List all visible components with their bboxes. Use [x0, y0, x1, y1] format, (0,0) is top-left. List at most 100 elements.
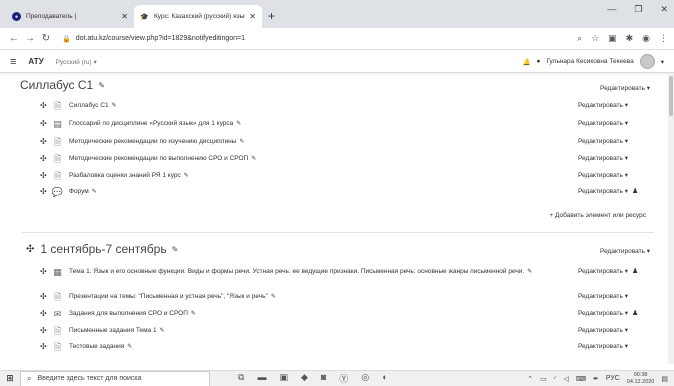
user-name[interactable]: Гульнара Кесиковна Текеева [546, 58, 633, 65]
move-icon[interactable]: ✣ [40, 119, 52, 128]
move-icon[interactable]: ✣ [40, 187, 52, 196]
clock[interactable]: 00:38 04.12.2020 [627, 372, 655, 385]
move-icon[interactable]: ✣ [40, 101, 52, 110]
browser-tab-teacher[interactable]: ● Преподаватель | ✕ [6, 5, 134, 28]
new-tab-button[interactable]: + [268, 9, 275, 23]
page-scrollbar[interactable] [668, 74, 674, 364]
hamburger-menu-icon[interactable]: ≡ [10, 56, 16, 68]
battery-icon[interactable]: ▭ [540, 375, 547, 383]
store-icon[interactable]: ▣ [279, 372, 288, 385]
move-icon[interactable]: ✣ [40, 267, 52, 276]
edit-pencil-icon[interactable]: ✎ [127, 344, 132, 350]
edit-pencil-icon[interactable]: ✎ [251, 156, 256, 162]
input-language[interactable]: РУС [606, 375, 620, 382]
edit-pencil-icon[interactable]: ✎ [92, 189, 97, 195]
keyboard-icon[interactable]: ⌨ [576, 375, 586, 383]
move-icon[interactable]: ✣ [40, 326, 52, 335]
scrollbar-thumb[interactable] [669, 76, 673, 116]
activity-name[interactable]: Методические рекомендации по изучению ди… [69, 137, 578, 147]
user-icon[interactable]: ♟ [632, 268, 638, 275]
activity-name[interactable]: Тестовые задания ✎ [69, 342, 578, 352]
reload-icon[interactable]: ↻ [38, 33, 54, 44]
user-menu-chevron-icon[interactable]: ▾ [661, 58, 664, 66]
activity-name[interactable]: Глоссарий по дисциплине «Русский язык» д… [69, 119, 578, 129]
activity-name[interactable]: Силлабус С1 ✎ [69, 101, 578, 111]
activity-name[interactable]: Задания для выполнения СРО и СРОП ✎ [69, 309, 578, 319]
bookmark-star-icon[interactable]: ☆ [591, 33, 599, 44]
messages-icon[interactable]: ● [537, 58, 541, 65]
chrome-icon[interactable]: ◎ [361, 372, 369, 385]
section-edit-menu[interactable]: Редактировать ▾ [600, 84, 650, 92]
taskbar-search[interactable]: ⌕ Введите здесь текст для поиска [20, 370, 210, 386]
puzzle-icon[interactable]: ✱ [626, 33, 634, 44]
edit-pencil-icon[interactable]: ✎ [236, 121, 241, 127]
close-tab-icon[interactable]: ✕ [249, 12, 256, 21]
edit-pencil-icon[interactable]: ✎ [98, 81, 105, 90]
menu-dots-icon[interactable]: ⋮ [659, 33, 668, 44]
move-icon[interactable]: ✣ [40, 171, 52, 180]
activity-edit-menu[interactable]: Редактировать ▾ ♟ [578, 267, 658, 275]
activity-name[interactable]: Разбаловка оценки знаний РЯ 1 курс ✎ [69, 171, 578, 181]
move-icon[interactable]: ✣ [40, 342, 52, 351]
activity-name[interactable]: Презентации на темы: "Письменная и устна… [69, 292, 578, 302]
forward-icon[interactable]: → [22, 33, 38, 44]
extension-icon[interactable]: ▣ [608, 33, 617, 44]
section-edit-menu[interactable]: Редактировать ▾ [600, 247, 650, 255]
close-tab-icon[interactable]: ✕ [121, 12, 128, 21]
move-icon[interactable]: ✣ [40, 292, 52, 301]
activity-edit-menu[interactable]: Редактировать ▾ [578, 171, 658, 179]
user-icon[interactable]: ♟ [632, 188, 638, 195]
edit-pencil-icon[interactable]: ✎ [239, 139, 244, 145]
yandex-browser-icon[interactable]: Ⓨ [339, 372, 348, 385]
activity-name[interactable]: Тема 1. Язык и его основные функции. Вид… [69, 267, 578, 277]
edit-pencil-icon[interactable]: ✎ [160, 328, 165, 334]
site-brand[interactable]: АТУ [28, 57, 43, 66]
pen-icon[interactable]: ✒ [593, 375, 599, 383]
volume-icon[interactable]: ◁ [563, 375, 568, 383]
address-bar[interactable]: 🔒 dot.atu.kz/course/view.php?id=1829&not… [62, 35, 577, 43]
edge-icon[interactable]: ◐ [382, 372, 387, 385]
activity-edit-menu[interactable]: Редактировать ▾ [578, 292, 658, 300]
activity-edit-menu[interactable]: Редактировать ▾ [578, 137, 658, 145]
edit-pencil-icon[interactable]: ✎ [191, 311, 196, 317]
notification-bell-icon[interactable]: 🔔 [522, 58, 530, 66]
maximize-icon[interactable]: ❐ [634, 4, 642, 15]
activity-edit-menu[interactable]: Редактировать ▾ [578, 119, 658, 127]
avatar[interactable] [639, 54, 655, 69]
edit-pencil-icon[interactable]: ✎ [184, 173, 189, 179]
move-icon[interactable]: ✣ [40, 154, 52, 163]
add-activity-button[interactable]: + Добавить элемент или ресурс [549, 212, 646, 219]
section-name[interactable]: 1 сентябрь-7 сентябрь [40, 242, 166, 256]
language-menu[interactable]: Русский (ru) ▾ [56, 58, 97, 66]
profile-icon[interactable]: ◉ [642, 33, 650, 44]
notifications-icon[interactable]: ▤ [661, 375, 668, 383]
media-icon[interactable]: ◆ [301, 372, 308, 385]
activity-edit-menu[interactable]: Редактировать ▾ ♟ [578, 187, 658, 195]
zoom-icon[interactable]: ⌕ [577, 33, 582, 44]
edit-pencil-icon[interactable]: ✎ [172, 245, 179, 254]
section-name[interactable]: Силлабус С1 [20, 78, 93, 92]
activity-name[interactable]: Форум ✎ [69, 187, 578, 197]
camera-icon[interactable]: ◙ [321, 372, 326, 385]
windows-start-icon[interactable]: ⊞ [0, 373, 20, 384]
close-window-icon[interactable]: ✕ [660, 4, 668, 15]
tray-chevron-icon[interactable]: ⌃ [527, 375, 533, 383]
back-icon[interactable]: ← [6, 33, 22, 44]
activity-name[interactable]: Письменные задания Тема 1 ✎ [69, 326, 578, 336]
browser-tab-course[interactable]: 🎓 Курс: Казахский (русский) язык ✕ [134, 5, 262, 28]
move-icon[interactable]: ✣ [40, 309, 52, 318]
edit-pencil-icon[interactable]: ✎ [271, 294, 276, 300]
activity-edit-menu[interactable]: Редактировать ▾ ♟ [578, 309, 658, 317]
edit-pencil-icon[interactable]: ✎ [112, 103, 117, 109]
activity-edit-menu[interactable]: Редактировать ▾ [578, 326, 658, 334]
activity-edit-menu[interactable]: Редактировать ▾ [578, 342, 658, 350]
move-icon[interactable]: ✣ [40, 137, 52, 146]
edit-pencil-icon[interactable]: ✎ [527, 269, 532, 275]
move-icon[interactable]: ✣ [26, 244, 34, 255]
activity-edit-menu[interactable]: Редактировать ▾ [578, 101, 658, 109]
activity-name[interactable]: Методические рекомендации по выполнению … [69, 154, 578, 164]
user-icon[interactable]: ♟ [632, 310, 638, 317]
wifi-icon[interactable]: ◜ [554, 375, 557, 383]
activity-edit-menu[interactable]: Редактировать ▾ [578, 154, 658, 162]
file-explorer-icon[interactable]: ▬ [257, 372, 266, 385]
